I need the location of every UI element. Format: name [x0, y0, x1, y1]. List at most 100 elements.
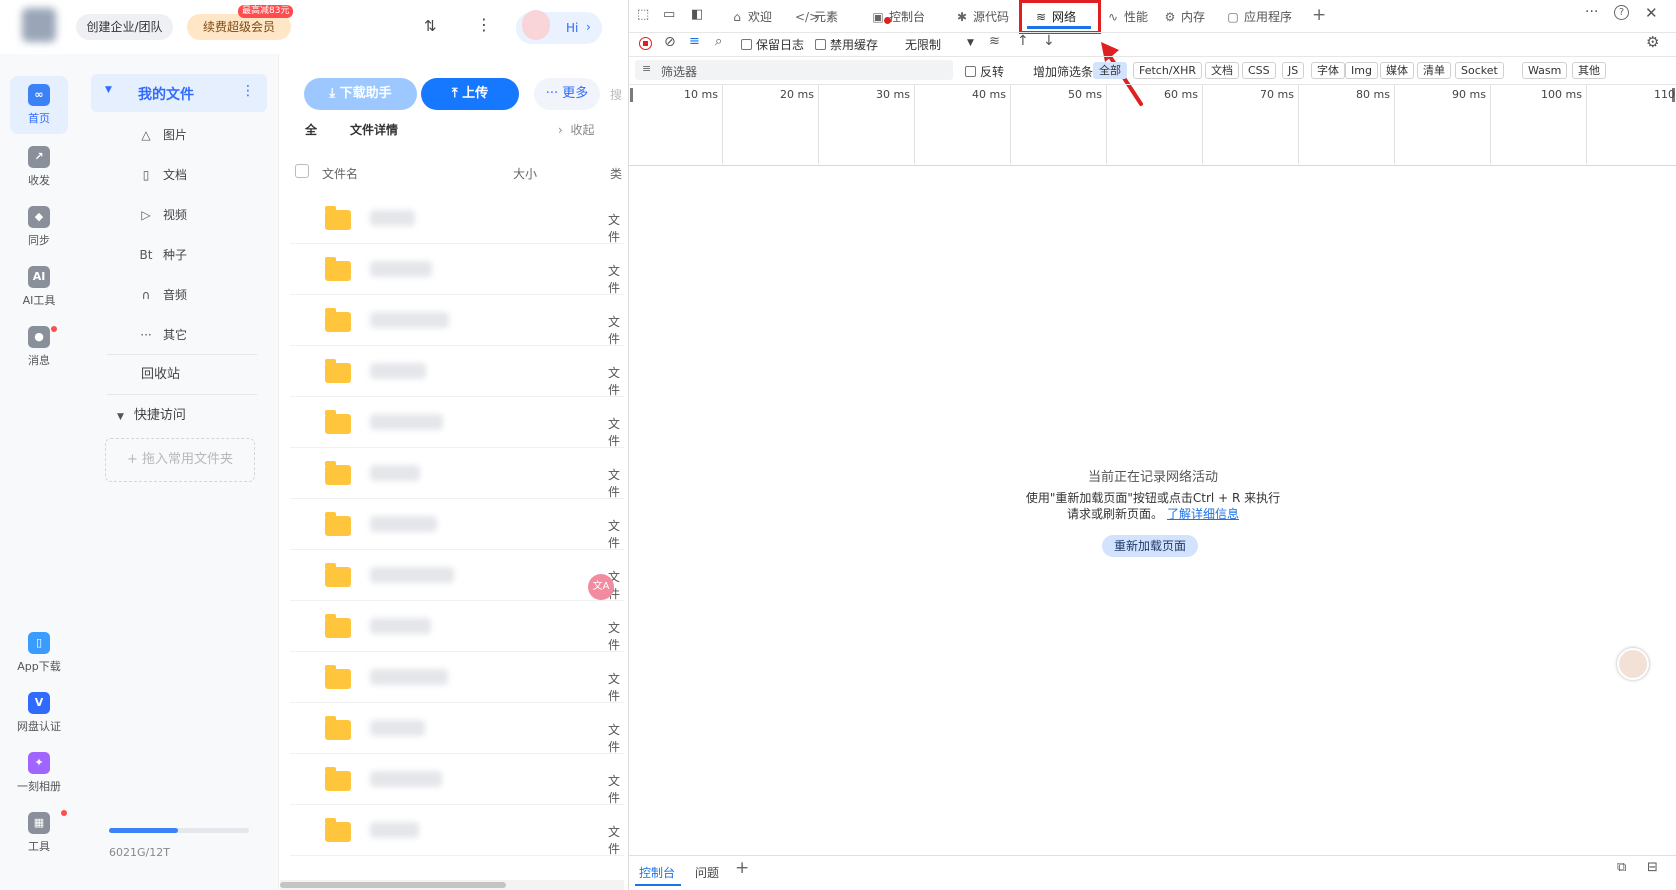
- tab-label: 内存: [1181, 10, 1206, 24]
- tab-memory[interactable]: ⚙ 内存: [1162, 7, 1205, 27]
- file-row[interactable]: 文件: [290, 245, 624, 295]
- import-har-icon[interactable]: ↑: [1017, 33, 1029, 49]
- drawer-add-tab-icon[interactable]: +: [735, 858, 749, 878]
- file-row[interactable]: 文件: [290, 296, 624, 346]
- preserve-log-checkbox[interactable]: 保留日志: [741, 36, 804, 53]
- settings-icon[interactable]: ⚙: [1646, 33, 1659, 51]
- file-row[interactable]: 文件: [290, 347, 624, 397]
- timeline-handle[interactable]: [630, 88, 633, 102]
- scrollbar-thumb[interactable]: [280, 882, 506, 888]
- more-vertical-icon[interactable]: ⋮: [476, 15, 492, 34]
- filter-input[interactable]: ≡ 筛选器: [635, 60, 953, 80]
- device-toggle-icon[interactable]: ▭: [663, 7, 675, 22]
- filter-chip[interactable]: 清单: [1417, 62, 1451, 79]
- drawer-close-icon[interactable]: ⊟: [1647, 860, 1658, 875]
- filter-chip[interactable]: 字体: [1311, 62, 1345, 79]
- file-row[interactable]: 文件: [290, 449, 624, 499]
- download-helper-button[interactable]: ⤓ 下载助手: [304, 78, 417, 110]
- file-row[interactable]: 文件: [290, 704, 624, 754]
- header-checkbox[interactable]: [295, 164, 309, 178]
- rail-item-share[interactable]: ↗ 收发: [8, 146, 70, 188]
- tab-performance[interactable]: ∿ 性能: [1105, 7, 1148, 27]
- empty-hint: 使用"重新加载页面"按钮或点击Ctrl + R 来执行: [1025, 491, 1281, 505]
- disable-cache-checkbox[interactable]: 禁用缓存: [815, 36, 878, 53]
- upload-icon: ⤒: [451, 86, 463, 101]
- tab-console[interactable]: ▣ 控制台: [870, 7, 925, 27]
- drawer-tab-issues[interactable]: 问题: [695, 864, 719, 881]
- rail-item-tools[interactable]: ▦ 工具: [8, 812, 70, 854]
- tab-welcome[interactable]: ⌂ 欢迎: [729, 7, 772, 27]
- translate-float-icon[interactable]: 文A: [588, 574, 614, 600]
- file-row[interactable]: 文件: [290, 806, 624, 856]
- filter-chip[interactable]: 全部: [1093, 62, 1127, 79]
- filter-chip[interactable]: Fetch/XHR: [1133, 62, 1202, 79]
- assistant-avatar[interactable]: [1617, 648, 1649, 680]
- more-vertical-icon[interactable]: ⋮: [241, 83, 255, 99]
- rail-item-verify[interactable]: V 网盘认证: [8, 692, 70, 734]
- transfer-icon[interactable]: ⇅: [424, 17, 437, 35]
- file-row[interactable]: 文件: [290, 602, 624, 652]
- search-icon[interactable]: ⌕: [715, 34, 722, 49]
- file-row[interactable]: 文件: [290, 653, 624, 703]
- dock-side-icon[interactable]: ◧: [691, 7, 703, 22]
- more-button[interactable]: ··· 更多: [534, 78, 600, 110]
- export-har-icon[interactable]: ↓: [1043, 33, 1055, 49]
- search-hint[interactable]: 搜: [610, 86, 622, 103]
- rail-item-album[interactable]: ✦ 一刻相册: [8, 752, 70, 794]
- rail-item-sync[interactable]: ◆ 同步: [8, 206, 70, 248]
- rail-item-home[interactable]: ∞ 首页: [8, 84, 70, 126]
- clear-icon[interactable]: ⊘: [664, 34, 676, 50]
- upload-label: 上传: [462, 86, 489, 101]
- learn-more-link[interactable]: 了解详细信息: [1167, 507, 1239, 521]
- tree-label: 音频: [163, 288, 188, 302]
- file-row[interactable]: 文件: [290, 398, 624, 448]
- help-icon[interactable]: ?: [1614, 5, 1629, 20]
- create-team-button[interactable]: 创建企业/团队: [76, 14, 173, 40]
- throttle-select[interactable]: 无限制 ▼: [905, 36, 977, 53]
- breadcrumb-all[interactable]: 全: [305, 121, 317, 138]
- quick-access-item[interactable]: ▼ 快捷访问: [117, 405, 287, 427]
- drop-zone[interactable]: + 拖入常用文件夹: [105, 438, 255, 482]
- filter-chip[interactable]: Socket: [1455, 62, 1504, 79]
- rail-item-ai[interactable]: AI AI工具: [8, 266, 70, 308]
- filter-chip[interactable]: Wasm: [1522, 62, 1568, 79]
- filter-chip[interactable]: 媒体: [1380, 62, 1414, 79]
- add-tab-icon[interactable]: +: [1312, 5, 1326, 25]
- file-row[interactable]: 文件: [290, 551, 624, 601]
- drawer-dock-icon[interactable]: ⧉: [1617, 860, 1626, 875]
- my-files-item[interactable]: ▼ 我的文件 ⋮: [91, 74, 267, 112]
- memory-icon: ⚙: [1164, 10, 1176, 24]
- col-name-header[interactable]: 文件名: [322, 165, 358, 182]
- reload-page-button[interactable]: 重新加载页面: [1102, 535, 1198, 557]
- rail-item-message[interactable]: ● 消息: [8, 326, 70, 368]
- rail-item-app-download[interactable]: ▯ App下载: [8, 632, 70, 674]
- file-type: 文件: [608, 366, 621, 397]
- tab-sources[interactable]: ✱ 源代码: [954, 7, 1009, 27]
- filter-chip[interactable]: 其他: [1572, 62, 1606, 79]
- collapse-button[interactable]: › 收起: [558, 121, 594, 138]
- file-row[interactable]: 文件: [290, 755, 624, 805]
- close-icon[interactable]: ✕: [1645, 4, 1658, 22]
- filter-toggle-icon[interactable]: ≡: [689, 34, 700, 49]
- drawer-tab-console[interactable]: 控制台: [639, 864, 675, 881]
- app-topbar: 创建企业/团队 续费超级会员 最高减83元 ⇅ ⋮ Hi ›: [0, 0, 624, 54]
- file-row[interactable]: 文件: [290, 194, 624, 244]
- tab-elements[interactable]: </>元素: [795, 7, 838, 27]
- horizontal-scrollbar[interactable]: [280, 880, 624, 890]
- col-type-header[interactable]: 类: [610, 165, 622, 182]
- filter-chip[interactable]: Img: [1345, 62, 1378, 79]
- inspect-element-icon[interactable]: ⬚: [637, 7, 649, 22]
- invert-checkbox[interactable]: 反转: [965, 63, 1004, 80]
- more-horizontal-icon[interactable]: ···: [1585, 4, 1598, 20]
- hi-assistant-button[interactable]: Hi ›: [516, 10, 602, 44]
- network-conditions-icon[interactable]: ≋: [989, 34, 1000, 49]
- avatar[interactable]: [22, 8, 56, 42]
- upload-button[interactable]: ⤒ 上传: [421, 78, 519, 110]
- col-size-header[interactable]: 大小: [513, 165, 537, 182]
- filter-chip[interactable]: 文档: [1205, 62, 1239, 79]
- filter-chip[interactable]: CSS: [1242, 62, 1276, 79]
- record-stop-button[interactable]: [639, 37, 652, 50]
- tab-application[interactable]: ▢ 应用程序: [1225, 7, 1292, 27]
- filter-chip[interactable]: JS: [1282, 62, 1305, 79]
- file-row[interactable]: 文件: [290, 500, 624, 550]
